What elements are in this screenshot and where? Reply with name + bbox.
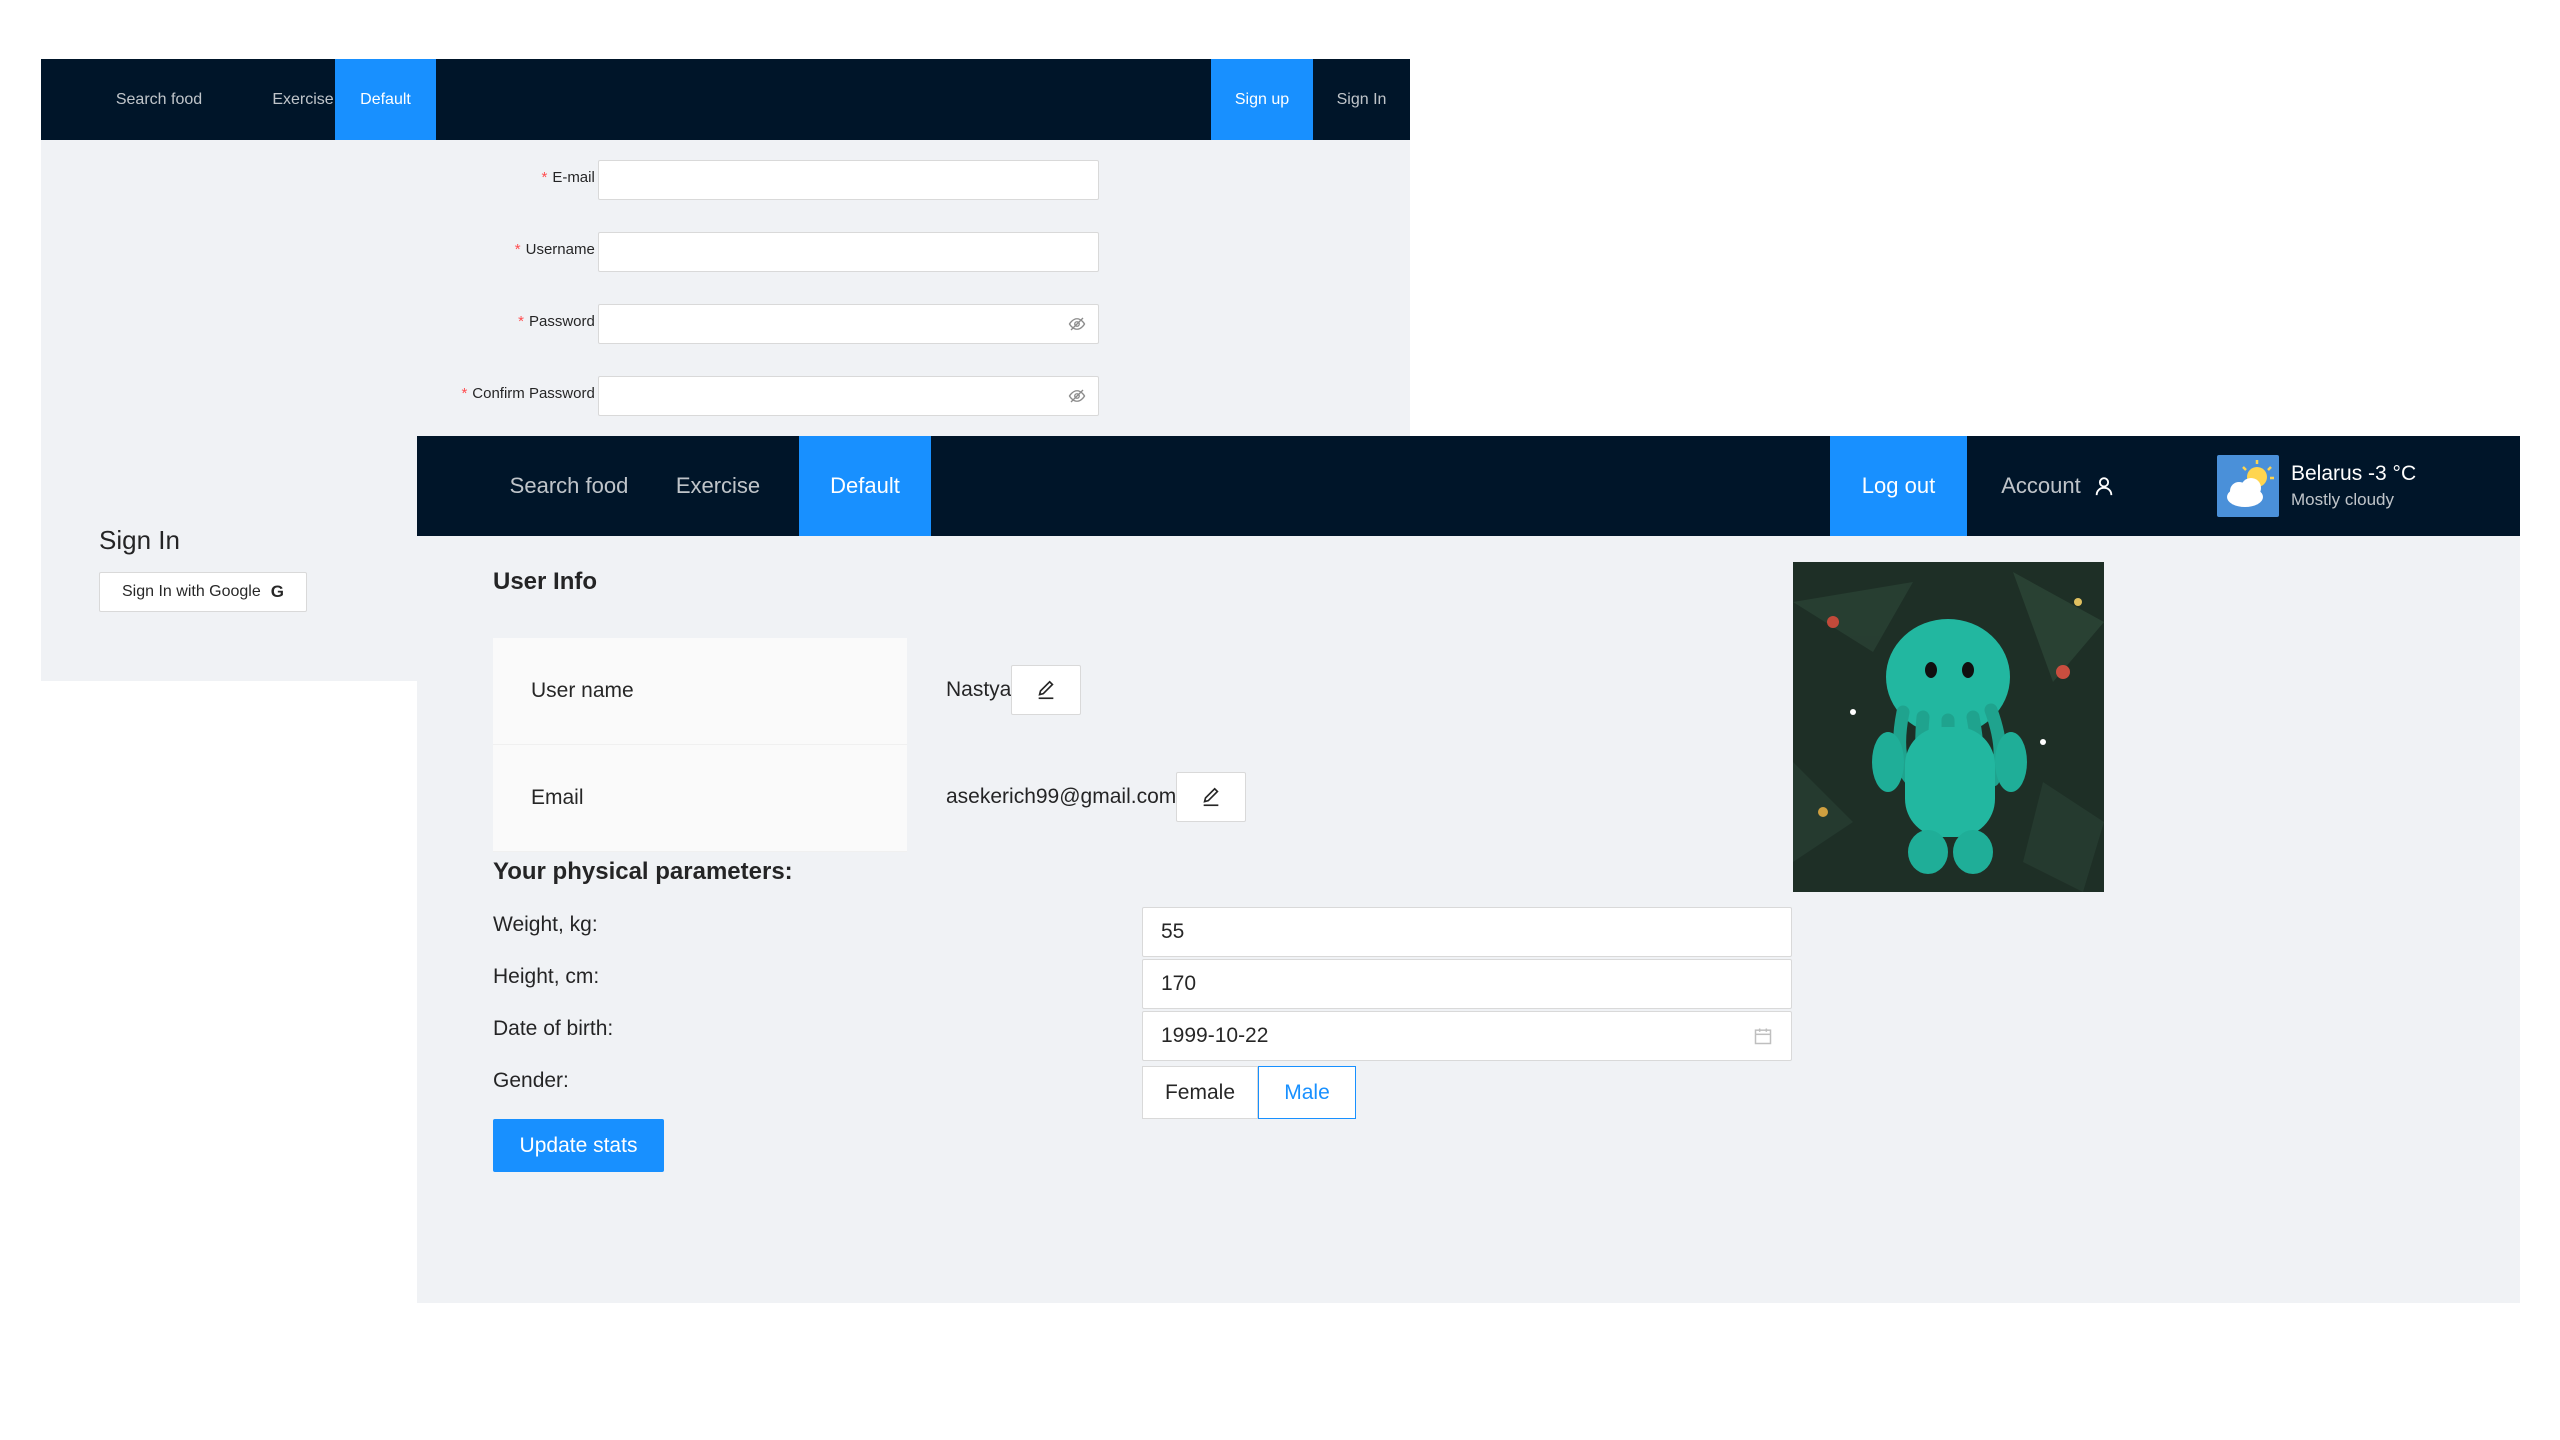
nav-sign-in[interactable]: Sign In xyxy=(1313,59,1410,140)
nav-account[interactable]: Account xyxy=(1973,436,2143,536)
email-value-cell: asekerich99@gmail.com xyxy=(946,772,1247,822)
email-label-text: E-mail xyxy=(552,169,595,186)
username-row-label: User name xyxy=(493,638,907,745)
nav-log-out[interactable]: Log out xyxy=(1830,436,1967,536)
weather-description: Mostly cloudy xyxy=(2291,490,2394,509)
weather-temperature: Belarus -3 °C xyxy=(2291,462,2417,485)
password-label: *Password: xyxy=(518,313,602,330)
confirm-password-field[interactable] xyxy=(598,376,1099,416)
edit-email-button[interactable] xyxy=(1176,772,1247,822)
dob-label: Date of birth: xyxy=(493,1017,614,1040)
top-navigation: Search food Exercise Default Sign up Sig… xyxy=(41,59,1410,140)
confirm-password-label: *Confirm Password: xyxy=(461,385,602,402)
required-mark: * xyxy=(461,385,468,402)
password-field[interactable] xyxy=(598,304,1099,344)
height-input[interactable]: 170 xyxy=(1142,959,1792,1009)
eye-invisible-icon[interactable] xyxy=(1068,315,1086,333)
calendar-icon[interactable] xyxy=(1753,1026,1773,1046)
sign-in-heading: Sign In xyxy=(99,525,180,555)
password-label-text: Password xyxy=(528,313,595,330)
google-icon: G xyxy=(270,582,284,601)
gender-label: Gender: xyxy=(493,1069,569,1092)
nav-search-food[interactable]: Search food xyxy=(87,59,231,140)
required-mark: * xyxy=(518,313,524,330)
email-label: *E-mail: xyxy=(541,169,602,186)
sign-in-google-button[interactable]: Sign In with Google G xyxy=(99,572,307,612)
email-value: asekerich99@gmail.com xyxy=(946,785,1177,808)
username-value: Nastya xyxy=(946,678,1012,701)
email-row-label: Email xyxy=(493,745,907,852)
username-label-text: Username xyxy=(525,241,595,258)
height-label: Height, cm: xyxy=(493,965,600,988)
nav-search-food[interactable]: Search food xyxy=(493,436,645,536)
user-icon xyxy=(2095,477,2112,496)
gender-female-option[interactable]: Female xyxy=(1142,1066,1258,1119)
gender-male-option[interactable]: Male xyxy=(1258,1066,1356,1119)
nav-sign-up[interactable]: Sign up xyxy=(1211,59,1313,140)
user-info-table: User name Email xyxy=(493,638,907,852)
nav-exercise[interactable]: Exercise xyxy=(645,436,791,536)
dob-value: 1999-10-22 xyxy=(1161,1024,1269,1047)
account-label: Account xyxy=(2001,473,2081,498)
edit-icon xyxy=(1203,787,1219,807)
dob-picker[interactable]: 1999-10-22 xyxy=(1142,1011,1792,1061)
weight-label: Weight, kg: xyxy=(493,913,598,936)
physical-params-title: Your physical parameters: xyxy=(493,858,793,885)
confirm-password-label-text: Confirm Password xyxy=(472,385,595,402)
user-info-screenshot: Search food Exercise Default Log out Acc… xyxy=(417,436,2520,1303)
top-navigation: Search food Exercise Default Log out Acc… xyxy=(417,436,2520,536)
required-mark: * xyxy=(514,241,521,258)
update-stats-button[interactable]: Update stats xyxy=(493,1119,664,1172)
avatar xyxy=(1793,562,2104,892)
gender-radio-group: Female Male xyxy=(1142,1066,1356,1119)
weather-widget: Belarus -3 °C Mostly cloudy xyxy=(2217,436,2520,536)
username-field[interactable] xyxy=(598,232,1099,272)
username-value-cell: Nastya xyxy=(946,665,1082,715)
nav-default[interactable]: Default xyxy=(335,59,436,140)
required-mark: * xyxy=(541,169,548,186)
eye-invisible-icon[interactable] xyxy=(1068,387,1086,405)
edit-username-button[interactable] xyxy=(1011,665,1082,715)
user-info-title: User Info xyxy=(493,568,598,595)
nav-default[interactable]: Default xyxy=(799,436,931,536)
partly-cloudy-icon xyxy=(2217,455,2279,517)
edit-icon xyxy=(1038,680,1054,700)
email-field[interactable] xyxy=(598,160,1099,200)
weight-input[interactable]: 55 xyxy=(1142,907,1792,957)
username-label: *Username: xyxy=(515,241,602,258)
google-button-label: Sign In with Google xyxy=(122,583,261,600)
